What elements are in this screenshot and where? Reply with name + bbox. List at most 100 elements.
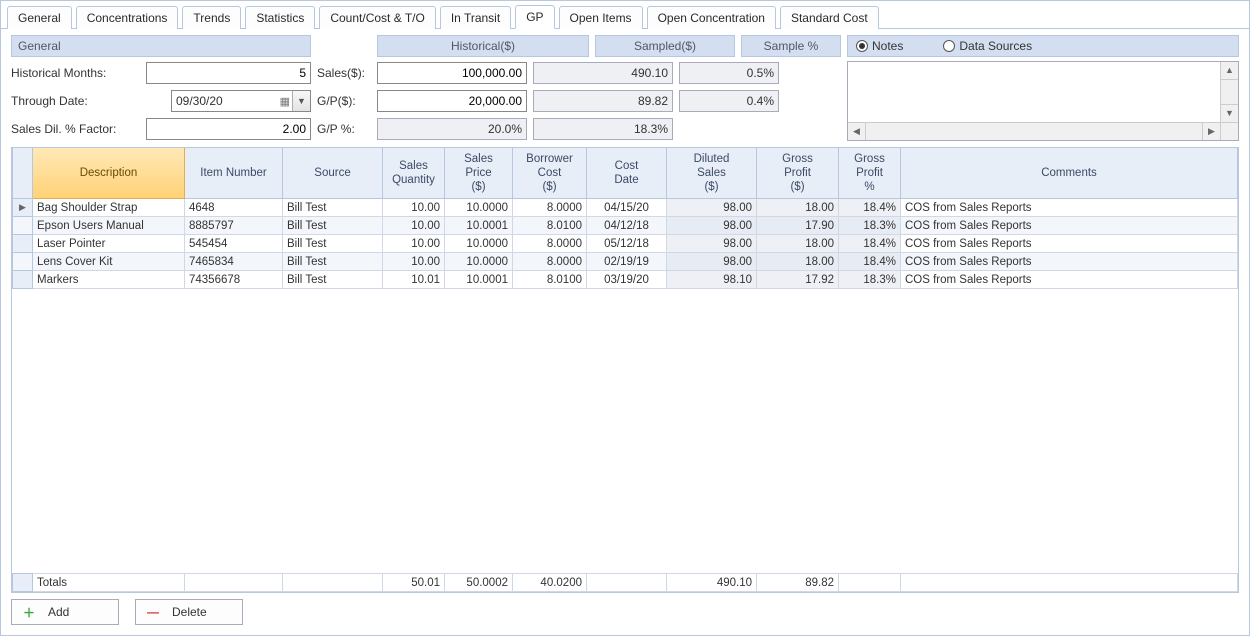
cell-item-number[interactable]: 7465834 [185, 253, 283, 271]
tab-statistics[interactable]: Statistics [245, 6, 315, 29]
cell-sales-price[interactable]: 10.0000 [445, 253, 513, 271]
col-item-number[interactable]: Item Number [185, 148, 283, 199]
add-button[interactable]: ＋ Add [11, 599, 119, 625]
col-source[interactable]: Source [283, 148, 383, 199]
label-gp-pct: G/P %: [317, 122, 371, 136]
tab-count-cost-t-o[interactable]: Count/Cost & T/O [319, 6, 435, 29]
value-sales-hist[interactable] [377, 62, 527, 84]
tab-standard-cost[interactable]: Standard Cost [780, 6, 879, 29]
delete-button[interactable]: — Delete [135, 599, 243, 625]
cell-borrower-cost[interactable]: 8.0000 [513, 253, 587, 271]
cell-source[interactable]: Bill Test [283, 199, 383, 217]
cell-gross-profit: 17.90 [757, 217, 839, 235]
scroll-right-icon[interactable]: ▶ [1202, 123, 1220, 140]
cell-cost-date[interactable]: 03/19/20 [587, 271, 667, 289]
radio-notes[interactable]: Notes [856, 39, 903, 53]
radio-data-sources[interactable]: Data Sources [943, 39, 1032, 53]
cell-sales-qty[interactable]: 10.00 [383, 235, 445, 253]
input-sales-dil[interactable] [146, 118, 311, 140]
col-gross-profit[interactable]: GrossProfit($) [757, 148, 839, 199]
cell-comments[interactable]: COS from Sales Reports [901, 271, 1238, 289]
cell-comments[interactable]: COS from Sales Reports [901, 217, 1238, 235]
notes-hscroll[interactable]: ◀ ▶ [848, 122, 1220, 140]
cell-sales-qty[interactable]: 10.00 [383, 199, 445, 217]
cell-sales-qty[interactable]: 10.01 [383, 271, 445, 289]
col-sales-price[interactable]: SalesPrice($) [445, 148, 513, 199]
cell-sales-price[interactable]: 10.0000 [445, 235, 513, 253]
cell-description[interactable]: Lens Cover Kit [33, 253, 185, 271]
cell-description[interactable]: Laser Pointer [33, 235, 185, 253]
cell-borrower-cost[interactable]: 8.0100 [513, 217, 587, 235]
col-sales-qty[interactable]: SalesQuantity [383, 148, 445, 199]
row-gp-pct: G/P %: 20.0% 18.3% [317, 117, 841, 141]
col-gross-profit-pct[interactable]: GrossProfit% [839, 148, 901, 199]
row-selector[interactable] [13, 253, 33, 271]
label-through-date: Through Date: [11, 94, 171, 108]
table-row[interactable]: ▶Bag Shoulder Strap4648Bill Test10.0010.… [13, 199, 1238, 217]
cell-item-number[interactable]: 545454 [185, 235, 283, 253]
col-borrower-cost[interactable]: BorrowerCost($) [513, 148, 587, 199]
notes-vscroll[interactable]: ▲ ▼ [1220, 62, 1238, 122]
row-selector[interactable] [13, 217, 33, 235]
scroll-left-icon[interactable]: ◀ [848, 123, 866, 140]
table-row[interactable]: Laser Pointer545454Bill Test10.0010.0000… [13, 235, 1238, 253]
cell-comments[interactable]: COS from Sales Reports [901, 253, 1238, 271]
cell-comments[interactable]: COS from Sales Reports [901, 199, 1238, 217]
row-selector[interactable] [13, 235, 33, 253]
cell-cost-date[interactable]: 04/15/20 [587, 199, 667, 217]
cell-cost-date[interactable]: 02/19/19 [587, 253, 667, 271]
cell-sales-qty[interactable]: 10.00 [383, 217, 445, 235]
cell-item-number[interactable]: 4648 [185, 199, 283, 217]
table-row[interactable]: Markers74356678Bill Test10.0110.00018.01… [13, 271, 1238, 289]
cell-item-number[interactable]: 8885797 [185, 217, 283, 235]
radio-notes-label: Notes [872, 39, 903, 53]
tab-open-items[interactable]: Open Items [559, 6, 643, 29]
cell-comments[interactable]: COS from Sales Reports [901, 235, 1238, 253]
cell-source[interactable]: Bill Test [283, 271, 383, 289]
cell-source[interactable]: Bill Test [283, 253, 383, 271]
tab-in-transit[interactable]: In Transit [440, 6, 511, 29]
cell-borrower-cost[interactable]: 8.0000 [513, 199, 587, 217]
input-hist-months[interactable] [146, 62, 311, 84]
cell-sales-qty[interactable]: 10.00 [383, 253, 445, 271]
cell-cost-date[interactable]: 05/12/18 [587, 235, 667, 253]
cell-borrower-cost[interactable]: 8.0100 [513, 271, 587, 289]
tab-open-concentration[interactable]: Open Concentration [647, 6, 776, 29]
tab-general[interactable]: General [7, 6, 72, 29]
cell-item-number[interactable]: 74356678 [185, 271, 283, 289]
cell-description[interactable]: Epson Users Manual [33, 217, 185, 235]
col-cost-date[interactable]: CostDate [587, 148, 667, 199]
cell-sales-price[interactable]: 10.0000 [445, 199, 513, 217]
tab-trends[interactable]: Trends [182, 6, 241, 29]
cell-diluted-sales: 98.00 [667, 199, 757, 217]
tab-concentrations[interactable]: Concentrations [76, 6, 179, 29]
cell-description[interactable]: Markers [33, 271, 185, 289]
cell-source[interactable]: Bill Test [283, 217, 383, 235]
row-selector[interactable] [13, 271, 33, 289]
row-selector[interactable]: ▶ [13, 199, 33, 217]
cell-cost-date[interactable]: 04/12/18 [587, 217, 667, 235]
cell-sales-price[interactable]: 10.0001 [445, 271, 513, 289]
totals-qty: 50.01 [383, 574, 445, 592]
col-comments[interactable]: Comments [901, 148, 1238, 199]
scroll-down-icon[interactable]: ▼ [1221, 104, 1238, 122]
col-selector[interactable] [13, 148, 33, 199]
col-diluted-sales[interactable]: DilutedSales($) [667, 148, 757, 199]
value-gp-hist[interactable] [377, 90, 527, 112]
grid-body[interactable]: Description Item Number Source SalesQuan… [12, 148, 1238, 573]
notes-textarea[interactable]: ▲ ▼ ◀ ▶ [847, 61, 1239, 141]
tab-bar: GeneralConcentrationsTrendsStatisticsCou… [1, 1, 1249, 29]
date-dropdown-button[interactable]: ▼ [292, 91, 310, 111]
radio-dot-icon [856, 40, 868, 52]
cell-borrower-cost[interactable]: 8.0000 [513, 235, 587, 253]
table-row[interactable]: Epson Users Manual8885797Bill Test10.001… [13, 217, 1238, 235]
col-description[interactable]: Description [33, 148, 185, 199]
cell-description[interactable]: Bag Shoulder Strap [33, 199, 185, 217]
tab-gp[interactable]: GP [515, 5, 554, 29]
cell-source[interactable]: Bill Test [283, 235, 383, 253]
table-row[interactable]: Lens Cover Kit7465834Bill Test10.0010.00… [13, 253, 1238, 271]
add-label: Add [48, 605, 69, 619]
scroll-up-icon[interactable]: ▲ [1221, 62, 1238, 80]
input-through-date[interactable]: 09/30/20 ▦ ▼ [171, 90, 311, 112]
cell-sales-price[interactable]: 10.0001 [445, 217, 513, 235]
